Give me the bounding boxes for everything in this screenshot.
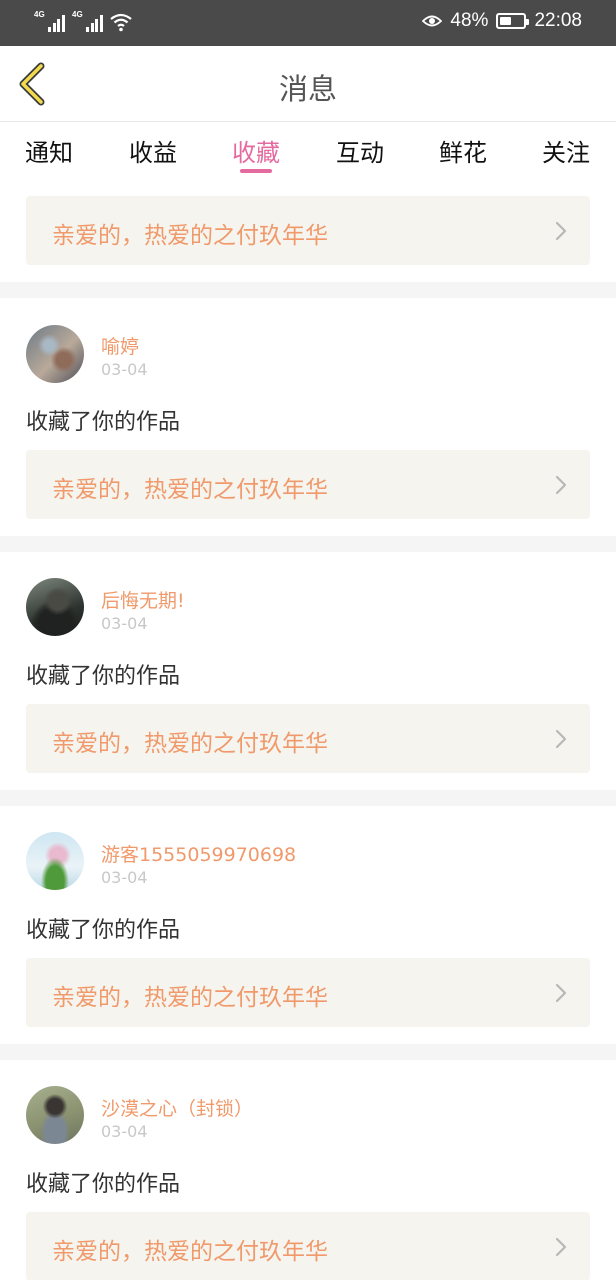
battery-icon	[496, 13, 530, 29]
username[interactable]: 游客1555059970698	[101, 840, 296, 867]
timestamp: 03-04	[101, 360, 148, 379]
chevron-right-icon	[555, 983, 567, 1003]
username[interactable]: 后悔无期!	[101, 586, 185, 613]
action-text: 收藏了你的作品	[26, 410, 181, 435]
status-bar: 4G 4G 48% 22:08	[0, 0, 616, 46]
timestamp: 03-04	[101, 868, 148, 887]
chevron-right-icon	[555, 729, 567, 749]
network-type-label-2: 4G	[72, 10, 83, 19]
work-title: 亲爱的，热爱的之付玖年华	[52, 223, 328, 249]
work-title: 亲爱的，热爱的之付玖年华	[52, 477, 328, 503]
tab-follows[interactable]: 关注	[526, 133, 606, 168]
work-link-card[interactable]: 亲爱的，热爱的之付玖年华	[26, 450, 590, 519]
work-link-card[interactable]: 亲爱的，热爱的之付玖年华	[26, 196, 590, 265]
tab-interactions[interactable]: 互动	[320, 133, 400, 168]
signal-icon: 4G	[34, 10, 66, 32]
network-type-label: 4G	[34, 10, 45, 19]
wifi-icon	[110, 13, 132, 32]
eye-comfort-icon	[422, 15, 443, 27]
chevron-right-icon	[555, 221, 567, 241]
work-link-card[interactable]: 亲爱的，热爱的之付玖年华	[26, 1212, 590, 1280]
tab-earnings[interactable]: 收益	[113, 133, 193, 168]
work-link-card[interactable]: 亲爱的，热爱的之付玖年华	[26, 704, 590, 773]
username[interactable]: 沙漠之心（封锁）	[101, 1094, 253, 1121]
action-text: 收藏了你的作品	[26, 918, 181, 943]
timestamp: 03-04	[101, 614, 148, 633]
divider	[0, 282, 616, 298]
tab-notifications[interactable]: 通知	[9, 133, 89, 168]
clock: 22:08	[534, 10, 582, 31]
action-text: 收藏了你的作品	[26, 664, 181, 689]
signal-icon-2: 4G	[72, 10, 104, 32]
avatar[interactable]	[26, 325, 84, 383]
app-header: 消息	[0, 46, 616, 122]
page-title: 消息	[278, 72, 337, 106]
tab-bar: 通知 收益 收藏 互动 鲜花 关注	[0, 123, 616, 181]
divider	[0, 790, 616, 806]
avatar[interactable]	[26, 578, 84, 636]
work-title: 亲爱的，热爱的之付玖年华	[52, 731, 328, 757]
avatar[interactable]	[26, 832, 84, 890]
work-title: 亲爱的，热爱的之付玖年华	[52, 1239, 328, 1265]
active-tab-indicator	[240, 169, 272, 173]
work-title: 亲爱的，热爱的之付玖年华	[52, 985, 328, 1011]
action-text: 收藏了你的作品	[26, 1172, 181, 1197]
divider	[0, 1044, 616, 1060]
tab-flowers[interactable]: 鲜花	[423, 133, 503, 168]
divider	[0, 536, 616, 552]
chevron-right-icon	[555, 1237, 567, 1257]
battery-percent: 48%	[450, 10, 489, 31]
timestamp: 03-04	[101, 1122, 148, 1141]
avatar[interactable]	[26, 1086, 84, 1144]
work-link-card[interactable]: 亲爱的，热爱的之付玖年华	[26, 958, 590, 1027]
username[interactable]: 喻婷	[101, 332, 139, 359]
chevron-right-icon	[555, 475, 567, 495]
tab-favorites[interactable]: 收藏	[216, 133, 296, 168]
